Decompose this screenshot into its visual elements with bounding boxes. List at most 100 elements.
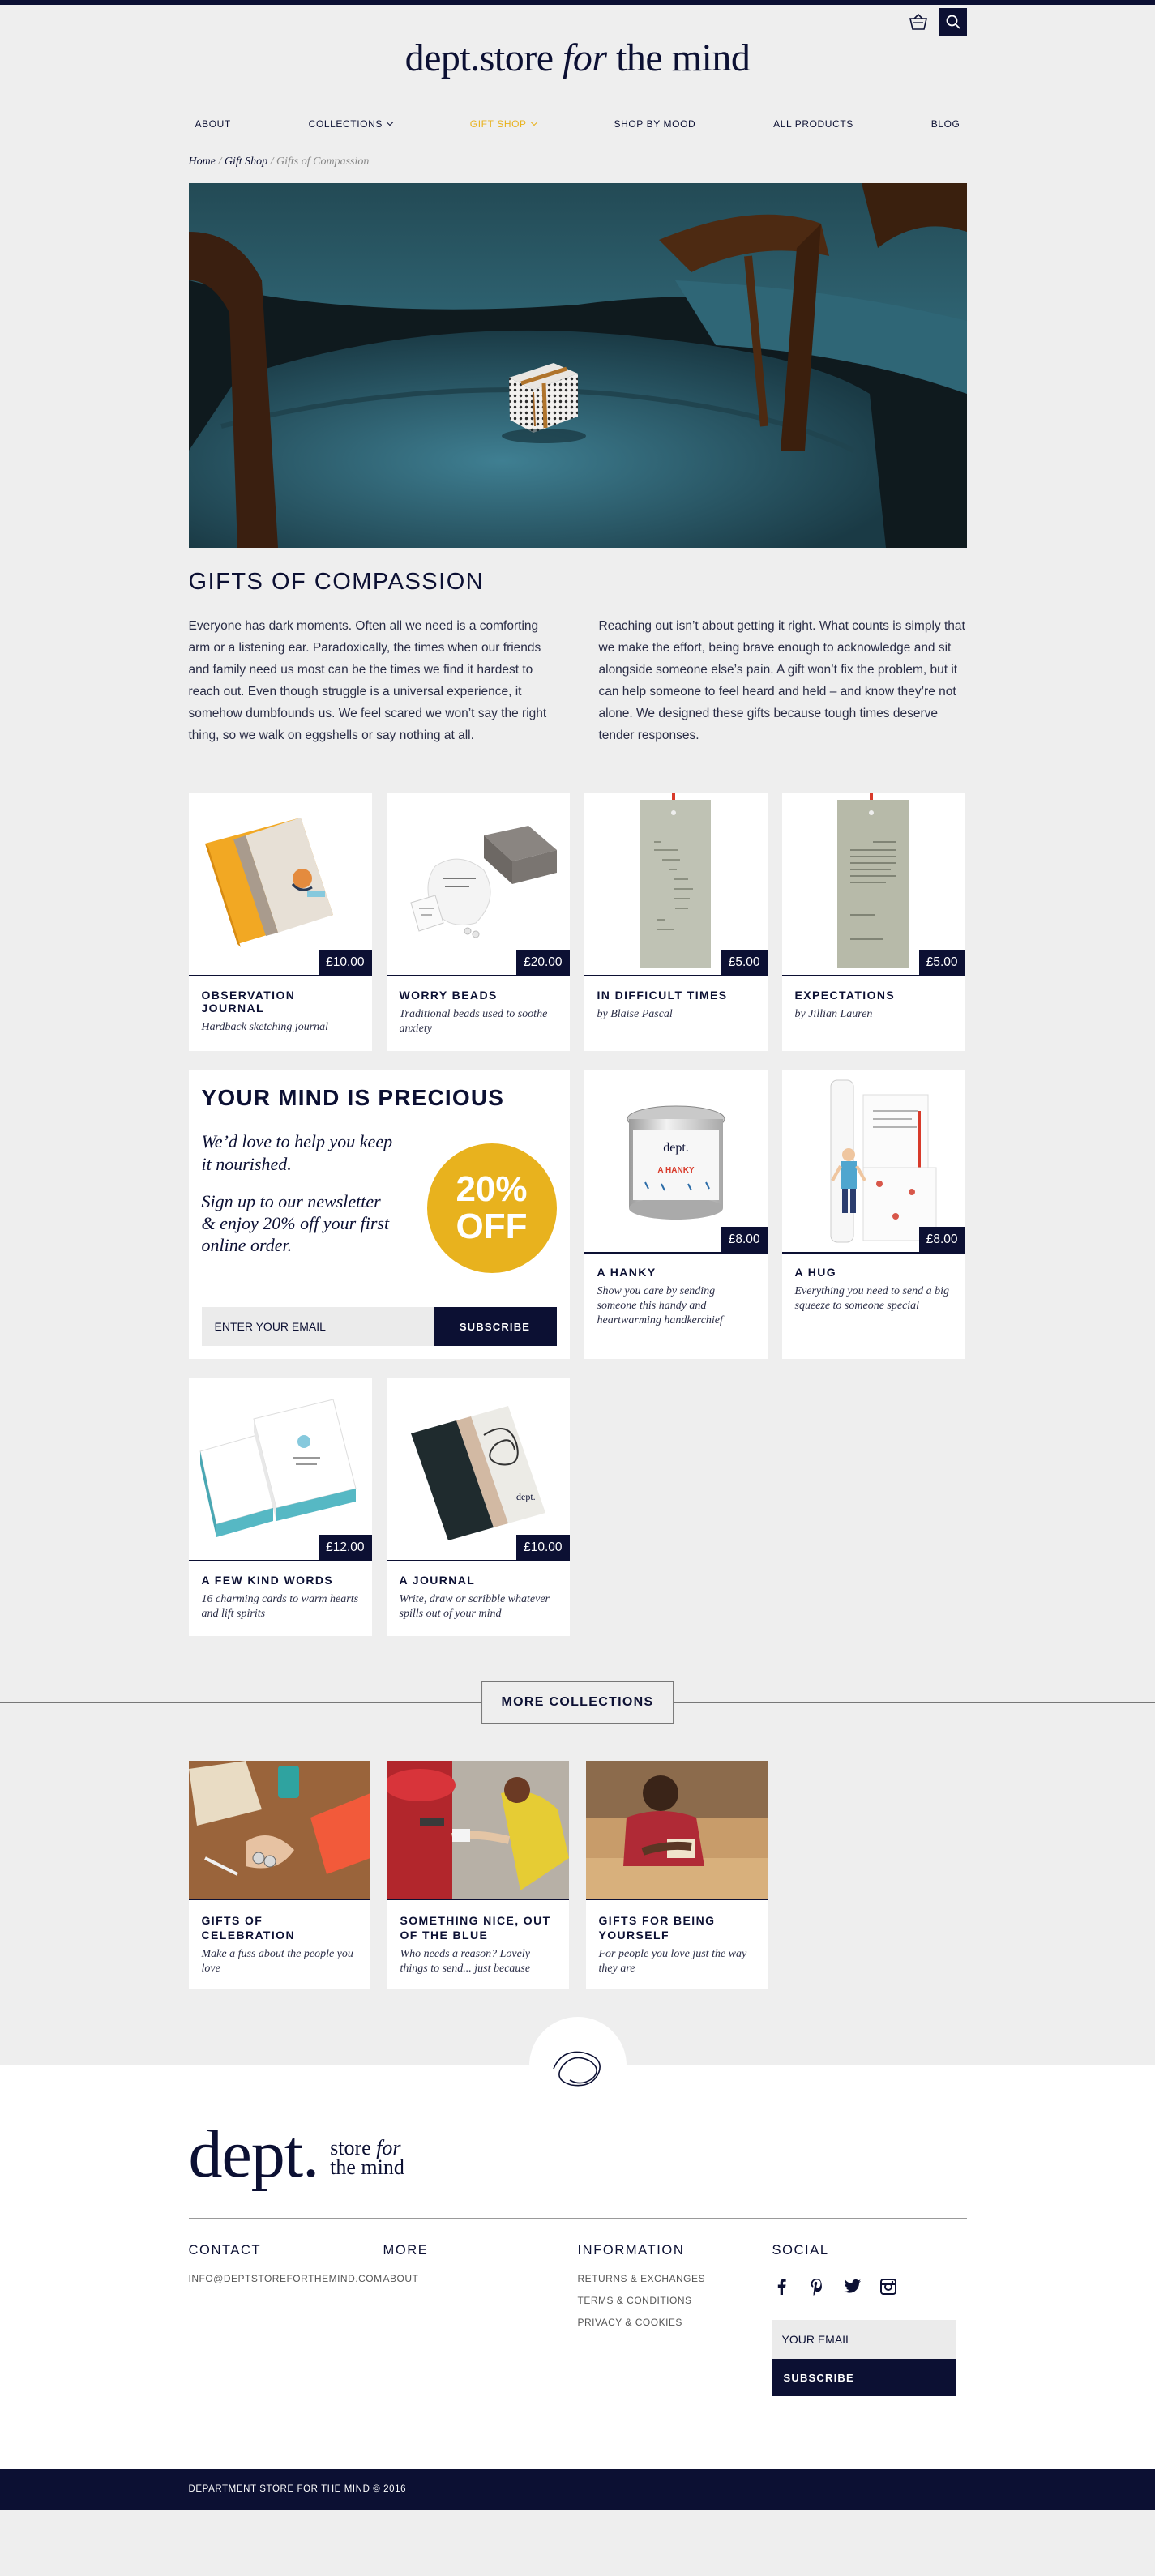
product-image: £5.00 bbox=[781, 793, 965, 976]
footer-subscribe-button[interactable]: SUBSCRIBE bbox=[772, 2359, 956, 2396]
product-description: by Blaise Pascal bbox=[597, 1008, 673, 1020]
collection-card[interactable]: SOMETHING NICE, OUT OF THE BLUE Who need… bbox=[387, 1761, 569, 1989]
chevron-down-icon bbox=[530, 118, 537, 126]
contact-email-link[interactable]: INFO@DEPTSTOREFORTHEMIND.COM bbox=[189, 2273, 383, 2284]
nav-about[interactable]: ABOUT bbox=[195, 118, 231, 130]
product-price: £8.00 bbox=[918, 1227, 965, 1252]
facebook-icon[interactable] bbox=[772, 2278, 790, 2296]
nav-gift-shop[interactable]: GIFT SHOP bbox=[470, 118, 537, 130]
product-name: A HUG bbox=[794, 1266, 837, 1279]
discount-badge: 20% OFF bbox=[426, 1143, 557, 1273]
main-nav: ABOUT COLLECTIONS GIFT SHOP SHOP BY MOOD… bbox=[188, 109, 967, 139]
footer-link-returns[interactable]: RETURNS & EXCHANGES bbox=[578, 2273, 772, 2284]
twitter-icon[interactable] bbox=[843, 2278, 862, 2296]
tin-product-label: A HANKY bbox=[657, 1166, 695, 1175]
product-name: A JOURNAL bbox=[399, 1574, 476, 1587]
nav-collections[interactable]: COLLECTIONS bbox=[309, 118, 394, 130]
breadcrumb-current: Gifts of Compassion bbox=[276, 156, 370, 168]
footer-information: INFORMATION RETURNS & EXCHANGES TERMS & … bbox=[578, 2243, 772, 2396]
page-title: GIFTS OF COMPASSION bbox=[188, 569, 485, 595]
product-card[interactable]: dept. £10.00 A JOURNAL Write, draw or sc… bbox=[386, 1378, 570, 1636]
footer-logo[interactable]: dept. store for the mind bbox=[189, 2116, 967, 2189]
collection-image bbox=[188, 1761, 370, 1900]
product-price: £12.00 bbox=[319, 1535, 372, 1560]
product-image: £8.00 bbox=[781, 1070, 965, 1254]
product-name: EXPECTATIONS bbox=[794, 989, 896, 1002]
product-description: Everything you need to send a big squeez… bbox=[794, 1285, 950, 1312]
product-price: £8.00 bbox=[721, 1227, 768, 1252]
site-header: dept.store for the mind bbox=[189, 5, 967, 109]
footer-contact: CONTACT INFO@DEPTSTOREFORTHEMIND.COM bbox=[188, 2243, 383, 2284]
search-button[interactable] bbox=[939, 8, 967, 36]
nav-blog[interactable]: BLOG bbox=[931, 118, 960, 130]
product-card[interactable]: £5.00 EXPECTATIONS by Jillian Lauren bbox=[781, 793, 965, 1051]
scribble-icon bbox=[552, 2051, 601, 2087]
product-card[interactable]: £8.00 A HUG Everything you need to send … bbox=[781, 1070, 965, 1359]
product-description: 16 charming cards to warm hearts and lif… bbox=[201, 1593, 359, 1620]
collection-card[interactable]: GIFTS FOR BEING YOURSELF For people you … bbox=[585, 1761, 768, 1989]
collection-name: GIFTS FOR BEING YOURSELF bbox=[598, 1914, 716, 1942]
promo-email-input[interactable] bbox=[201, 1307, 434, 1346]
breadcrumb-gift-shop[interactable]: Gift Shop bbox=[225, 156, 267, 168]
collection-description: Make a fuss about the people you love bbox=[201, 1948, 353, 1975]
site-logo[interactable]: dept.store for the mind bbox=[189, 36, 967, 80]
product-name: IN DIFFICULT TIMES bbox=[597, 989, 728, 1002]
product-name: A HANKY bbox=[597, 1266, 657, 1279]
product-card[interactable]: £10.00 OBSERVATION JOURNAL Hardback sket… bbox=[188, 793, 372, 1051]
product-description: Hardback sketching journal bbox=[201, 1021, 329, 1033]
footer-link-privacy[interactable]: PRIVACY & COOKIES bbox=[578, 2317, 772, 2328]
product-card[interactable]: £12.00 A FEW KIND WORDS 16 charming card… bbox=[188, 1378, 372, 1636]
promo-title: YOUR MIND IS PRECIOUS bbox=[201, 1085, 505, 1110]
product-grid: £10.00 OBSERVATION JOURNAL Hardback sket… bbox=[188, 793, 967, 1636]
footer-link-terms[interactable]: TERMS & CONDITIONS bbox=[578, 2295, 772, 2306]
tin-brand-label: dept. bbox=[663, 1141, 689, 1155]
more-collections-divider: MORE COLLECTIONS bbox=[0, 1681, 1155, 1724]
breadcrumb: Home / Gift Shop / Gifts of Compassion bbox=[188, 156, 370, 168]
basket-icon[interactable] bbox=[905, 8, 931, 36]
collection-card[interactable]: GIFTS OF CELEBRATION Make a fuss about t… bbox=[188, 1761, 370, 1989]
copyright-text: DEPARTMENT STORE FOR THE MIND © 2016 bbox=[188, 2484, 407, 2494]
product-description: Traditional beads used to soothe anxiety bbox=[399, 1008, 548, 1035]
product-price: £5.00 bbox=[721, 950, 768, 975]
collection-description: For people you love just the way they ar… bbox=[598, 1948, 747, 1975]
product-image: £12.00 bbox=[188, 1378, 372, 1561]
collection-name: GIFTS OF CELEBRATION bbox=[201, 1914, 295, 1942]
product-card[interactable]: £5.00 IN DIFFICULT TIMES by Blaise Pasca… bbox=[584, 793, 768, 1051]
collection-description: Who needs a reason? Lovely things to sen… bbox=[400, 1948, 531, 1975]
intro-paragraph-right: Reaching out isn’t about getting it righ… bbox=[598, 619, 965, 742]
product-description: by Jillian Lauren bbox=[794, 1008, 873, 1020]
product-image: £5.00 bbox=[584, 793, 768, 976]
hero-image bbox=[188, 183, 967, 548]
product-card[interactable]: dept. A HANKY £8.00 A HANKY Show you car… bbox=[584, 1070, 768, 1359]
breadcrumb-home[interactable]: Home bbox=[189, 156, 216, 168]
product-image: £20.00 bbox=[386, 793, 570, 976]
collections-list: GIFTS OF CELEBRATION Make a fuss about t… bbox=[188, 1761, 967, 1989]
collection-image bbox=[585, 1761, 768, 1900]
footer-more: MORE ABOUT bbox=[383, 2243, 578, 2396]
product-name: A FEW KIND WORDS bbox=[201, 1574, 334, 1587]
product-image: dept. A HANKY £8.00 bbox=[584, 1070, 768, 1254]
footer-social: SOCIAL SUBSCRIBE bbox=[772, 2243, 967, 2396]
promo-subscribe-button[interactable]: SUBSCRIBE bbox=[433, 1307, 557, 1346]
site-footer: dept. store for the mind CONTACT INFO@DEP… bbox=[0, 2017, 1155, 2469]
nav-shop-by-mood[interactable]: SHOP BY MOOD bbox=[614, 118, 695, 130]
footer-link-about[interactable]: ABOUT bbox=[383, 2273, 578, 2284]
pinterest-icon[interactable] bbox=[808, 2278, 826, 2296]
product-price: £10.00 bbox=[516, 1535, 570, 1560]
instagram-icon[interactable] bbox=[879, 2278, 897, 2296]
footer-email-input[interactable] bbox=[772, 2320, 956, 2359]
more-collections-button[interactable]: MORE COLLECTIONS bbox=[481, 1681, 674, 1724]
promo-line-2: Sign up to our newsletter & enjoy 20% of… bbox=[201, 1191, 390, 1255]
product-card[interactable]: £20.00 WORRY BEADS Traditional beads use… bbox=[386, 793, 570, 1051]
svg-text:dept.: dept. bbox=[516, 1491, 536, 1502]
intro-paragraph-left: Everyone has dark moments. Often all we … bbox=[188, 619, 547, 742]
product-image: dept. £10.00 bbox=[386, 1378, 570, 1561]
product-name: WORRY BEADS bbox=[399, 989, 498, 1002]
product-price: £10.00 bbox=[319, 950, 372, 975]
search-icon bbox=[946, 15, 960, 29]
product-price: £20.00 bbox=[516, 950, 570, 975]
collection-name: SOMETHING NICE, OUT OF THE BLUE bbox=[400, 1914, 551, 1942]
promo-line-1: We’d love to help you keep it nourished. bbox=[201, 1131, 393, 1174]
nav-all-products[interactable]: ALL PRODUCTS bbox=[773, 118, 853, 130]
product-description: Show you care by sending someone this ha… bbox=[597, 1285, 723, 1326]
